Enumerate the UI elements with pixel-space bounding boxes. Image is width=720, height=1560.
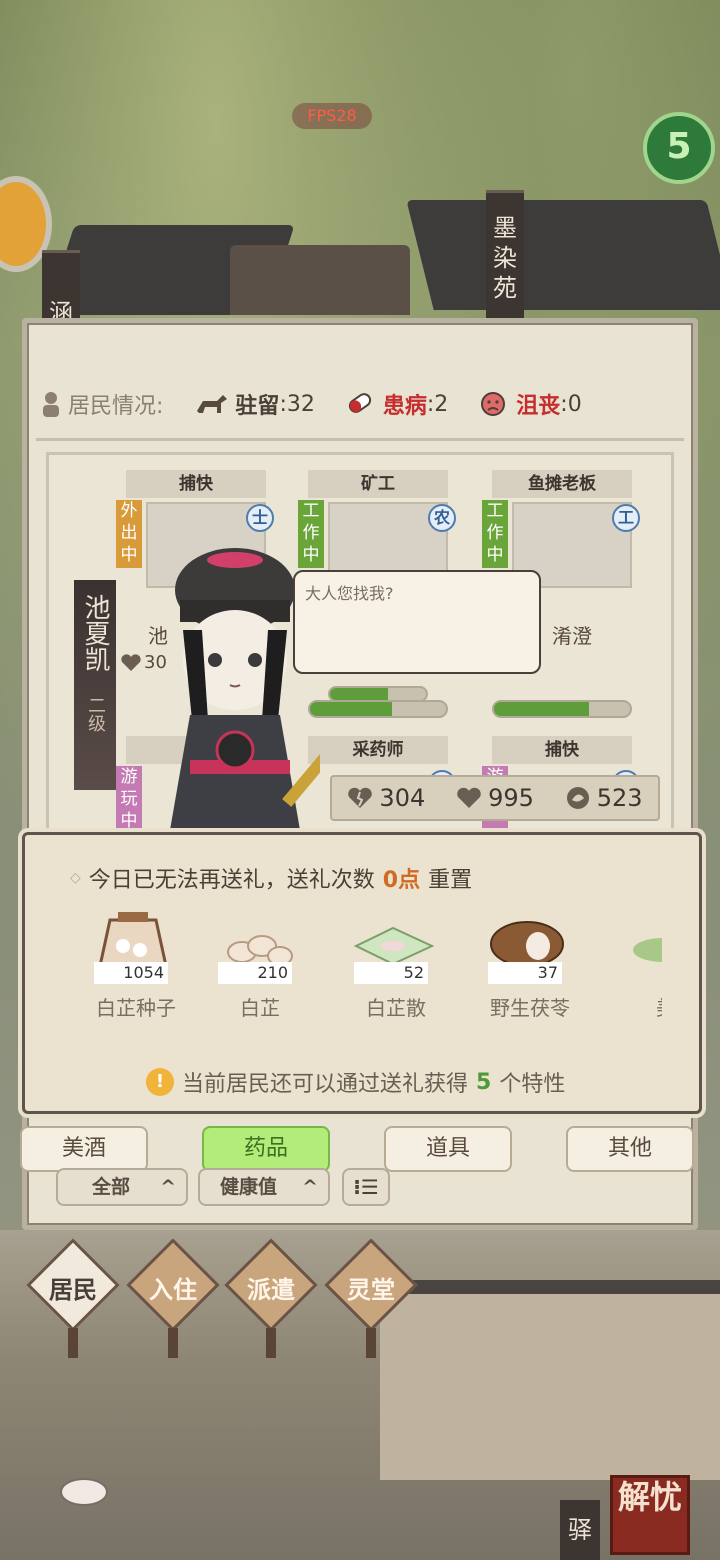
item-name: 白芷散 [366, 996, 426, 1020]
nav-label: 派遣 [247, 1276, 295, 1304]
status-label: 居民情况: [40, 388, 163, 420]
nav-label: 入住 [149, 1276, 197, 1304]
stat-affection: 304 [347, 784, 425, 812]
resident-status-row: 居民情况: 驻留 :32 患病 :2 沮丧 :0 [40, 380, 670, 428]
tab-other[interactable]: 其他 [566, 1126, 694, 1172]
tab-props[interactable]: 道具 [384, 1126, 512, 1172]
resident-name-plate: 池夏凯 二级 [74, 580, 116, 790]
building-banner-right: 墨染苑 [486, 190, 524, 320]
card-class-tag: 工 [612, 504, 640, 532]
card-state: 外出中 [116, 500, 142, 568]
roof-right [406, 200, 720, 310]
nav-label: 灵堂 [347, 1276, 395, 1304]
nav-move-in[interactable]: 入住 [126, 1238, 220, 1358]
gift-item[interactable]: 1054 白芷种子 [76, 898, 196, 1028]
pill-icon [348, 393, 371, 413]
resident-icon [43, 392, 59, 417]
nav-residents[interactable]: 居民 [26, 1238, 120, 1358]
sad-face-icon [481, 392, 506, 416]
card-job: 捕快 [492, 736, 632, 764]
heart-icon [457, 787, 481, 808]
nav-memorial[interactable]: 灵堂 [324, 1238, 418, 1358]
card-class-tag: 农 [428, 504, 456, 532]
building-banner-left: 涵 [42, 250, 80, 327]
gift-item[interactable]: 52 白芷散 [336, 898, 456, 1028]
nav-label: 居民 [49, 1276, 97, 1304]
resident-stat-strip: 304 995 523 [330, 775, 660, 821]
stay-stat: 驻留 :32 [195, 388, 315, 420]
level-up-icon[interactable]: 5 [643, 112, 715, 184]
pig-sprite [60, 1478, 108, 1506]
card-state: 游玩中 [116, 766, 142, 834]
stat-mood: 523 [565, 784, 643, 812]
card-job: 捕快 [126, 470, 266, 498]
gift-item[interactable]: 37 野生茯苓 [470, 898, 590, 1028]
fps-counter: FPS28 [292, 103, 372, 129]
resident-character[interactable] [150, 520, 320, 840]
gift-item-list: 1054 白芷种子 210 白芷 52 白芷散 37 野生茯苓 美 [76, 898, 662, 1028]
tab-medicine[interactable]: 药品 [202, 1126, 330, 1172]
gift-item[interactable]: 210 白芷 [200, 898, 320, 1028]
item-qty: 37 [488, 962, 562, 984]
resident-rank: 二级 [85, 696, 106, 732]
speech-bubble: 大人您找我? [293, 570, 541, 674]
card-state: 工作中 [482, 500, 508, 568]
item-name: 白芷种子 [96, 996, 176, 1020]
gift-item[interactable]: 美 [606, 898, 662, 1028]
tab-wine[interactable]: 美酒 [20, 1126, 148, 1172]
item-name: 美 [606, 992, 662, 1021]
inn-sign: 驿 [560, 1500, 600, 1560]
card-health-bar [308, 700, 448, 718]
shop-sign[interactable]: 解忧 [610, 1475, 690, 1555]
card-job: 矿工 [308, 470, 448, 498]
depressed-label: 沮丧 [516, 394, 561, 419]
status-label-text: 居民情况: [68, 394, 164, 419]
card-job: 采药师 [308, 736, 448, 764]
divider [36, 438, 684, 441]
item-qty: 52 [354, 962, 428, 984]
leaf-icon [566, 787, 589, 809]
bullet-icon: ◇ [70, 870, 81, 886]
resident-health-bar [328, 686, 428, 702]
card-job: 鱼摊老板 [492, 470, 632, 498]
gift-status-message: ◇ 今日已无法再送礼，送礼次数 0点 重置 [70, 868, 473, 893]
horse-icon [197, 395, 228, 413]
filter-dropdown[interactable]: 全部 ^ [56, 1168, 188, 1206]
card-name: 淆澄 [552, 624, 592, 648]
stay-value: :32 [279, 391, 315, 417]
item-name: 野生茯苓 [490, 996, 570, 1020]
heart-icon [121, 653, 141, 671]
depressed-value: :0 [560, 391, 582, 417]
sick-stat: 患病 :2 [343, 388, 448, 420]
herb-bundle-icon [633, 938, 662, 962]
item-qty: 1054 [94, 962, 168, 984]
chevron-up-icon: ^ [302, 1176, 318, 1198]
sick-value: :2 [426, 391, 449, 417]
depressed-stat: 沮丧 :0 [476, 388, 582, 420]
sort-order-button[interactable]: ⁝☰ [342, 1168, 390, 1206]
nav-dispatch[interactable]: 派遣 [224, 1238, 318, 1358]
broken-heart-icon [348, 787, 373, 808]
gift-trait-hint: ! 当前居民还可以通过送礼获得 5 个特性 [146, 1066, 565, 1098]
stat-health: 995 [456, 784, 534, 812]
sort-dropdown[interactable]: 健康值 ^ [198, 1168, 330, 1206]
building-bottom [380, 1280, 720, 1480]
resident-name: 池夏凯 [80, 594, 110, 672]
stay-label: 驻留 [235, 394, 280, 419]
roof-middle [230, 245, 410, 315]
chevron-up-icon: ^ [160, 1176, 176, 1198]
item-qty: 210 [218, 962, 292, 984]
sick-label: 患病 [382, 394, 427, 419]
warning-icon: ! [146, 1068, 174, 1096]
card-health-bar [492, 700, 632, 718]
item-name: 白芷 [240, 996, 280, 1020]
